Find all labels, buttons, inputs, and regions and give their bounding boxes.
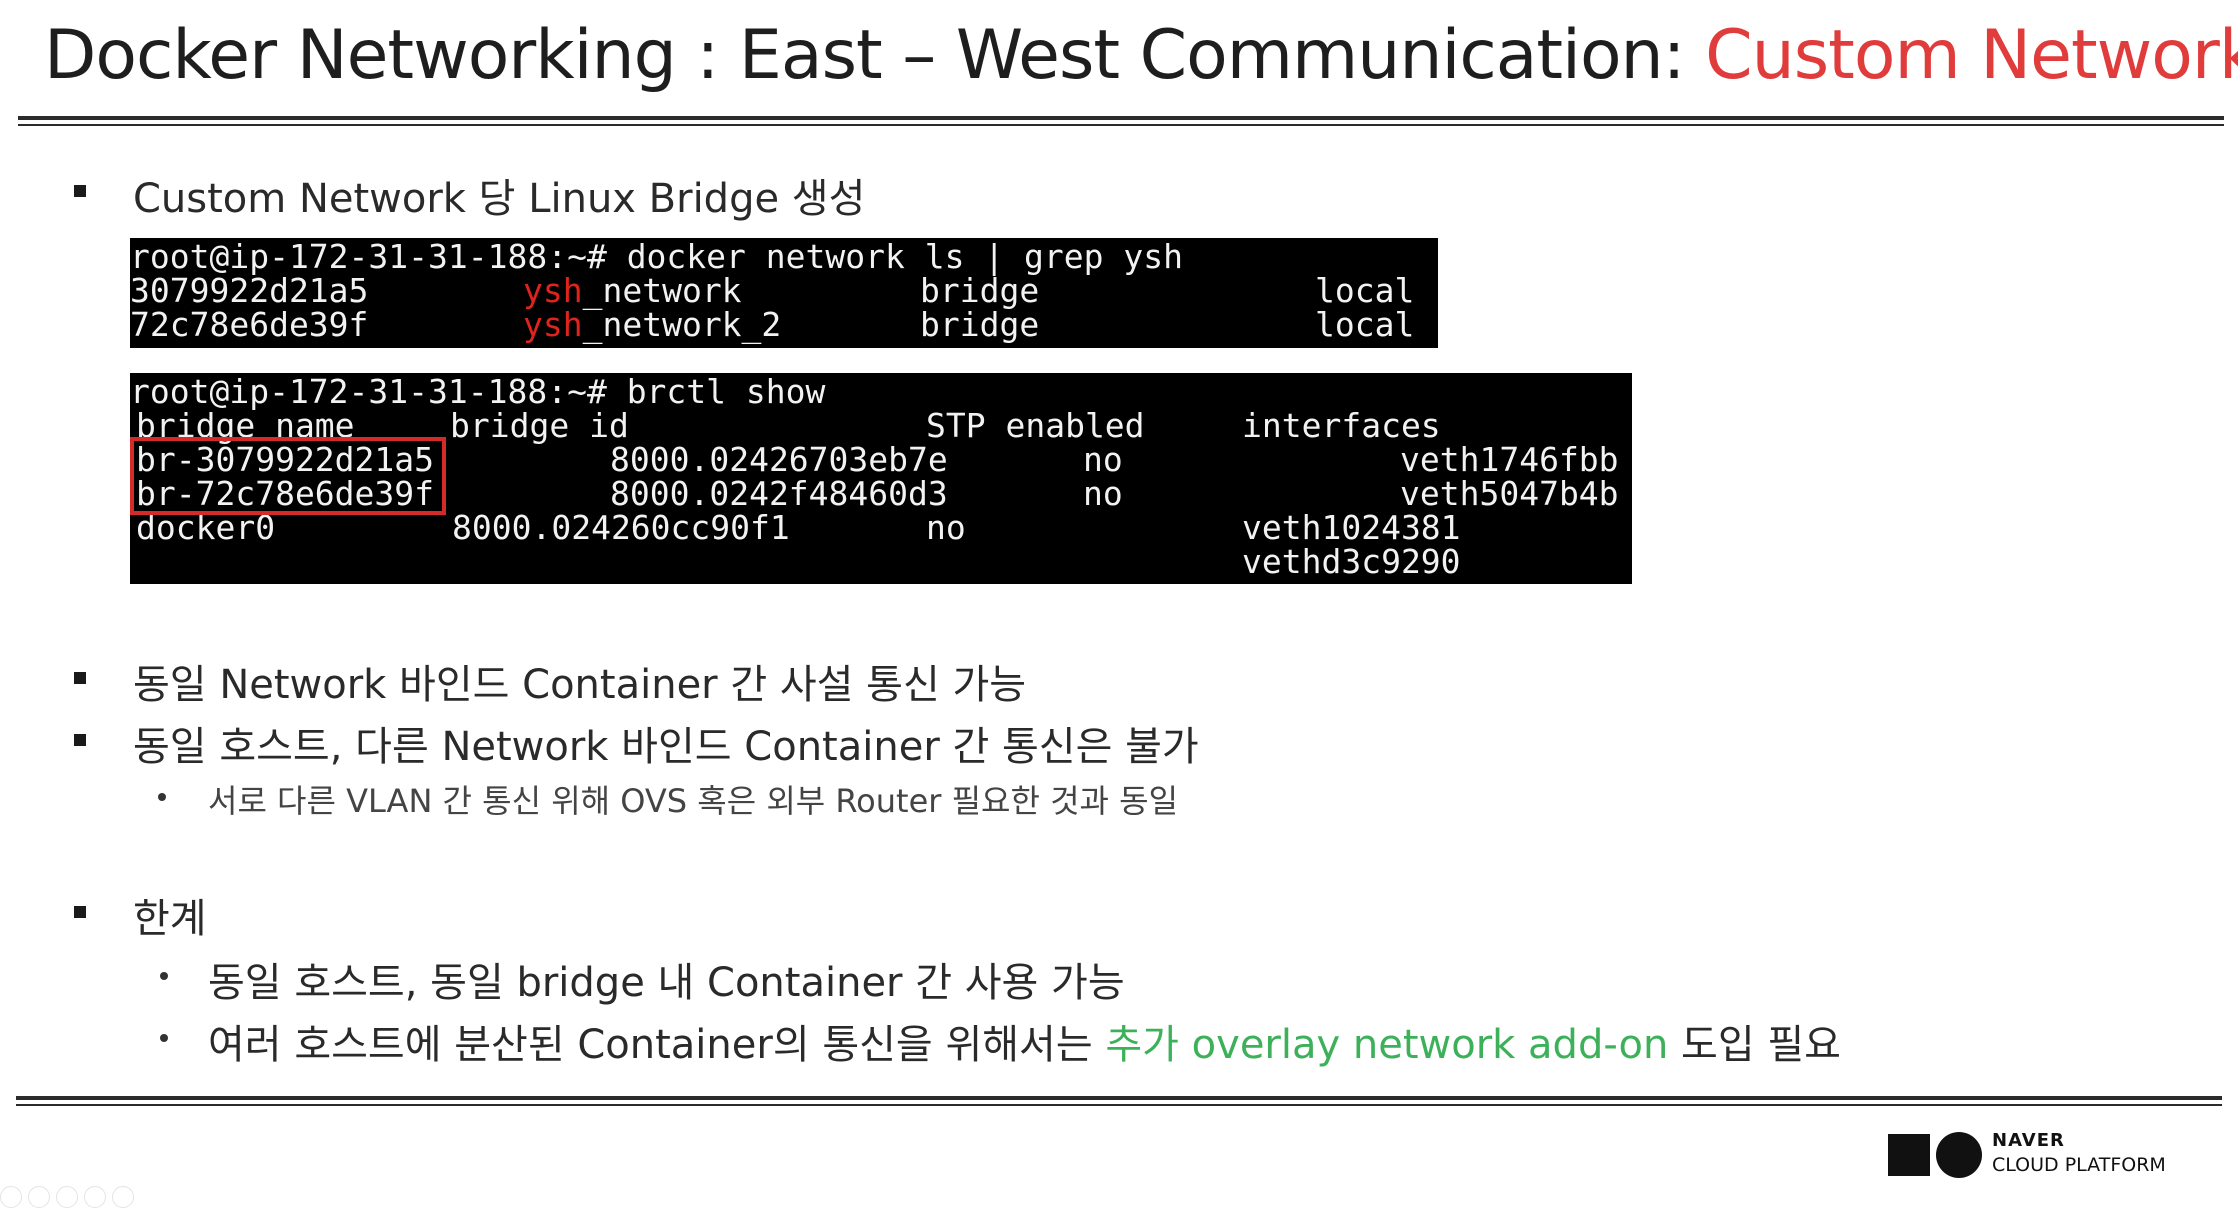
sub-bullet-marker <box>160 972 168 980</box>
logo-line1: NAVER <box>1992 1130 2065 1151</box>
bridge-stp: no <box>1083 474 1123 513</box>
terminal-prompt: root@ip-172-31-31-188:~# docker network … <box>130 238 1183 276</box>
custom-bridge-highlight-box <box>130 437 446 515</box>
network-driver: bridge <box>920 305 1040 344</box>
naver-cloud-logo: NAVER CLOUD PLATFORM <box>1888 1128 2178 1184</box>
presentation-controls <box>0 1186 240 1210</box>
bridge-iface: veth5047b4b <box>1400 474 1619 513</box>
network-id: 3079922d21a5 <box>130 271 369 310</box>
footer-divider-bottom <box>16 1104 2222 1106</box>
sub-bullet-vlan: 서로 다른 VLAN 간 통신 위해 OVS 혹은 외부 Router 필요한 … <box>208 782 1179 820</box>
bridge-iface: vethd3c9290 <box>1242 542 1461 581</box>
bridge-id: 8000.0242f48460d3 <box>610 474 948 513</box>
bridge-iface: veth1024381 <box>1242 508 1461 547</box>
sub-bullet-overlay: 여러 호스트에 분산된 Container의 통신을 위해서는 추가 overl… <box>208 1022 1841 1068</box>
bullet-same-network: 동일 Network 바인드 Container 간 사설 통신 가능 <box>133 662 1027 708</box>
bullet-marker <box>74 185 86 197</box>
bridge-iface: veth1746fbb <box>1400 440 1619 479</box>
prev-icon[interactable] <box>0 1186 22 1208</box>
more-icon[interactable] <box>112 1186 134 1208</box>
bullet-marker <box>74 672 86 684</box>
bullet-different-network: 동일 호스트, 다른 Network 바인드 Container 간 통신은 불… <box>133 724 1199 770</box>
bullet-limitations: 한계 <box>133 896 207 942</box>
zoom-icon[interactable] <box>84 1186 106 1208</box>
slide-title: Docker Networking : East – West Communic… <box>44 6 2238 106</box>
bullet-marker <box>74 734 86 746</box>
bridge-id: 8000.024260cc90f1 <box>452 508 790 547</box>
terminal-prompt: root@ip-172-31-31-188:~# brctl show <box>130 373 826 411</box>
footer-divider-top <box>16 1096 2222 1100</box>
network-name: ysh_network_2 <box>523 305 782 344</box>
sub-bullet-marker <box>160 1034 168 1042</box>
logo-square-mark <box>1888 1134 1930 1176</box>
bridge-name: docker0 <box>136 508 276 547</box>
network-scope: local <box>1315 305 1415 344</box>
sub-bullet-marker <box>158 793 166 801</box>
header-interfaces: interfaces <box>1242 406 1441 445</box>
header-stp: STP enabled <box>926 406 1145 445</box>
title-divider-bottom <box>18 124 2224 126</box>
slides-icon[interactable] <box>56 1186 78 1208</box>
title-accent: Custom Network <box>1705 16 2238 95</box>
header-bridge-id: bridge id <box>450 406 629 445</box>
network-id: 72c78e6de39f <box>130 305 369 344</box>
title-divider-top <box>18 116 2224 120</box>
logo-line2: CLOUD PLATFORM <box>1992 1154 2166 1176</box>
bridge-id: 8000.02426703eb7e <box>610 440 948 479</box>
bullet-marker <box>74 906 86 918</box>
sub-bullet-same-host: 동일 호스트, 동일 bridge 내 Container 간 사용 가능 <box>208 960 1125 1006</box>
network-driver: bridge <box>920 271 1040 310</box>
terminal-network-ls: root@ip-172-31-31-188:~# docker network … <box>130 238 1438 348</box>
network-name: ysh_network <box>523 271 742 310</box>
bullet-custom-network: Custom Network 당 Linux Bridge 생성 <box>133 176 866 222</box>
bridge-stp: no <box>1083 440 1123 479</box>
logo-circle-mark <box>1936 1132 1982 1178</box>
overlay-highlight: 추가 overlay network add-on <box>1105 1022 1669 1068</box>
network-scope: local <box>1315 271 1415 310</box>
bridge-stp: no <box>926 508 966 547</box>
title-prefix: Docker Networking : East – West Communic… <box>44 16 1706 95</box>
pen-icon[interactable] <box>28 1186 50 1208</box>
